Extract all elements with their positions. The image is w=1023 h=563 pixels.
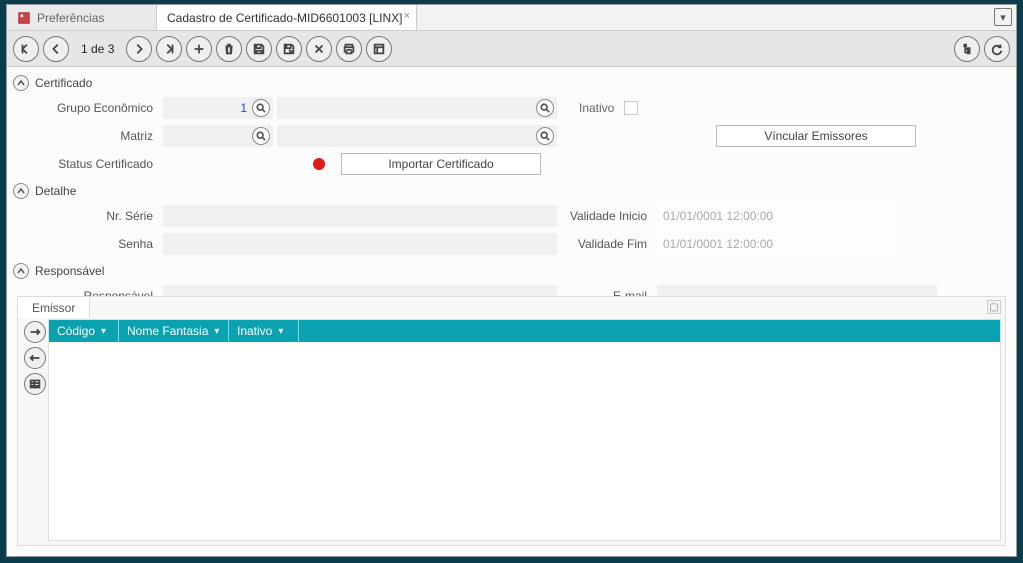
subgrid-tab-emissor[interactable]: Emissor (17, 296, 90, 318)
senha-field[interactable] (163, 233, 557, 255)
nr-serie-field[interactable] (163, 205, 557, 227)
cancel-button[interactable] (306, 36, 332, 62)
nav-last-button[interactable] (156, 36, 182, 62)
vincular-emissores-label: Víncular Emissores (764, 129, 867, 143)
tab-bar: Preferências Cadastro de Certificado-MID… (7, 5, 1016, 31)
section-certificado: Certificado Grupo Econômico 1 Inativo Ma… (13, 75, 1006, 177)
grid-rows[interactable] (49, 342, 1000, 540)
label-validade-inicio: Validade Inicio (557, 209, 657, 223)
grid-col-codigo[interactable]: Código ▾ (49, 320, 119, 342)
section-toggle-icon[interactable] (13, 75, 29, 91)
nr-serie-input[interactable] (169, 208, 551, 224)
grid-col-label: Nome Fantasia (127, 324, 208, 338)
senha-input[interactable] (169, 236, 551, 252)
subgrid-toolbar (22, 319, 48, 541)
lookup-icon[interactable] (252, 99, 270, 117)
lookup-icon[interactable] (536, 127, 554, 145)
tab-cadastro-certificado[interactable]: Cadastro de Certificado-MID6601003 [LINX… (157, 5, 417, 30)
label-matriz: Matriz (13, 129, 163, 143)
grid-col-spacer (299, 320, 1000, 342)
layout-button[interactable] (366, 36, 392, 62)
tab-label: Cadastro de Certificado-MID6601003 [LINX… (167, 11, 402, 25)
validade-inicio-field[interactable]: 01/01/0001 12:00:00 (657, 205, 897, 227)
tab-preferencias[interactable]: Preferências (7, 5, 157, 30)
section-title: Certificado (35, 76, 92, 90)
label-nr-serie: Nr. Série (13, 209, 163, 223)
tab-label: Preferências (37, 11, 104, 25)
status-indicator-icon (313, 158, 325, 170)
subgrid-close-icon[interactable]: ▢ (987, 300, 1001, 314)
validade-fim-field[interactable]: 01/01/0001 12:00:00 (657, 233, 897, 255)
section-detalhe: Detalhe Nr. Série Validade Inicio 01/01/… (13, 183, 1006, 257)
preferencias-icon (17, 11, 31, 25)
section-toggle-icon[interactable] (13, 263, 29, 279)
grid-col-label: Código (57, 324, 95, 338)
grid-col-inativo[interactable]: Inativo ▾ (229, 320, 299, 342)
nav-first-button[interactable] (13, 36, 39, 62)
grupo-economico-desc-input[interactable] (283, 100, 551, 116)
section-title: Responsável (35, 264, 104, 278)
subgrid-remove-button[interactable] (24, 347, 46, 369)
app-window: Preferências Cadastro de Certificado-MID… (6, 4, 1017, 557)
validade-fim-value: 01/01/0001 12:00:00 (663, 237, 773, 251)
validade-inicio-value: 01/01/0001 12:00:00 (663, 209, 773, 223)
lookup-icon[interactable] (252, 127, 270, 145)
label-inativo: Inativo (579, 101, 614, 115)
label-senha: Senha (13, 237, 163, 251)
tree-button[interactable] (954, 36, 980, 62)
grid-header: Código ▾ Nome Fantasia ▾ Inativo ▾ (49, 320, 1000, 342)
grid-col-nome-fantasia[interactable]: Nome Fantasia ▾ (119, 320, 229, 342)
add-button[interactable] (186, 36, 212, 62)
subgrid-emissor: Emissor ▢ Código ▾ Nome Fant (17, 296, 1006, 546)
lookup-icon[interactable] (536, 99, 554, 117)
matriz-desc-input[interactable] (283, 128, 551, 144)
print-button[interactable] (336, 36, 362, 62)
importar-certificado-button[interactable]: Importar Certificado (341, 153, 541, 175)
label-status-certificado: Status Certificado (13, 157, 163, 171)
nav-prev-button[interactable] (43, 36, 69, 62)
toolbar: 1 de 3 (7, 31, 1016, 67)
inativo-checkbox[interactable] (624, 101, 638, 115)
importar-certificado-label: Importar Certificado (388, 157, 493, 171)
save-next-button[interactable] (276, 36, 302, 62)
grupo-economico-desc-field[interactable] (277, 97, 557, 119)
filter-icon[interactable]: ▾ (101, 326, 106, 337)
grid-col-label: Inativo (237, 324, 272, 338)
tabbar-dropdown-icon[interactable]: ▾ (994, 8, 1012, 26)
subgrid-grid-button[interactable] (24, 373, 46, 395)
grupo-economico-field[interactable]: 1 (163, 97, 273, 119)
filter-icon[interactable]: ▾ (278, 326, 283, 337)
grupo-economico-value: 1 (240, 101, 247, 115)
filter-icon[interactable]: ▾ (214, 326, 219, 337)
form-body: Certificado Grupo Econômico 1 Inativo Ma… (7, 67, 1016, 556)
tab-close-icon[interactable]: × (404, 10, 410, 22)
subgrid-tab-label: Emissor (32, 301, 75, 315)
delete-button[interactable] (216, 36, 242, 62)
record-counter: 1 de 3 (73, 42, 122, 56)
subgrid-add-button[interactable] (24, 321, 46, 343)
matriz-desc-field[interactable] (277, 125, 557, 147)
subgrid-table: Código ▾ Nome Fantasia ▾ Inativo ▾ (48, 319, 1001, 541)
save-button[interactable] (246, 36, 272, 62)
section-title: Detalhe (35, 184, 76, 198)
refresh-button[interactable] (984, 36, 1010, 62)
label-validade-fim: Validade Fim (557, 237, 657, 251)
vincular-emissores-button[interactable]: Víncular Emissores (716, 125, 916, 147)
section-toggle-icon[interactable] (13, 183, 29, 199)
label-grupo-economico: Grupo Econômico (13, 101, 163, 115)
matriz-field[interactable] (163, 125, 273, 147)
nav-next-button[interactable] (126, 36, 152, 62)
